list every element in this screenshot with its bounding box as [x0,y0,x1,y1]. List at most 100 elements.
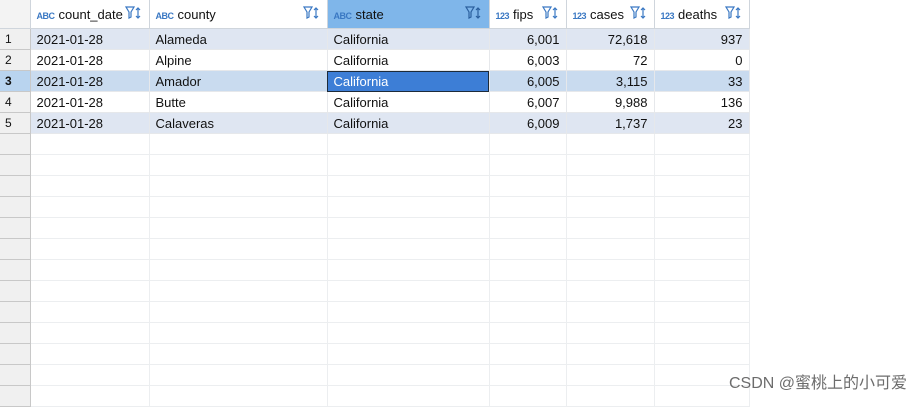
empty-cell [327,133,490,155]
empty-cell [30,385,150,407]
empty-cell [749,302,919,323]
text-type-icon: ABC [333,10,353,21]
cell-state[interactable]: California [327,112,490,134]
column-name: cases [590,6,624,22]
filter-sort-icon[interactable] [124,6,143,20]
empty-cell [566,301,655,323]
empty-cell [566,175,655,197]
empty-cell [149,301,328,323]
cell-count_date[interactable]: 2021-01-28 [30,28,150,50]
cell-deaths[interactable]: 33 [654,70,750,92]
cell-state-selected[interactable]: California [327,70,490,92]
row-filler [749,92,919,113]
row-filler [749,113,919,134]
empty-row [0,175,919,197]
empty-cell [489,322,567,344]
column-header-state[interactable]: ABC state [327,0,490,29]
empty-row [0,133,919,155]
cell-fips[interactable]: 6,001 [489,28,567,50]
empty-cell [749,176,919,197]
empty-cell [149,196,328,218]
empty-row-number [0,238,31,260]
column-header-count_date[interactable]: ABC count_date [30,0,150,29]
empty-cell [749,260,919,281]
cell-fips[interactable]: 6,009 [489,112,567,134]
cell-count_date[interactable]: 2021-01-28 [30,112,150,134]
cell-deaths[interactable]: 23 [654,112,750,134]
column-header-fips[interactable]: 123 fips [489,0,567,29]
cell-fips[interactable]: 6,005 [489,70,567,92]
column-header-county[interactable]: ABC county [149,0,328,29]
empty-cell [30,259,150,281]
cell-state[interactable]: California [327,28,490,50]
empty-cell [327,259,490,281]
cell-county[interactable]: Alameda [149,28,328,50]
empty-cell [489,280,567,302]
empty-row-number [0,343,31,365]
empty-row [0,280,919,302]
cell-state[interactable]: California [327,91,490,113]
row-filler [749,29,919,50]
empty-cell [566,322,655,344]
row-number[interactable]: 1 [0,28,31,50]
header-row: ABC count_date ABC county ABC state 123 fips… [0,0,919,29]
filter-sort-icon[interactable] [629,6,648,20]
empty-cell [749,155,919,176]
empty-cell [654,133,750,155]
row-number-header[interactable] [0,0,31,29]
cell-cases[interactable]: 72,618 [566,28,655,50]
filter-sort-icon[interactable] [541,6,560,20]
table-row[interactable]: 5 2021-01-28 Calaveras California 6,009 … [0,112,919,134]
filter-sort-icon[interactable] [302,6,321,20]
row-number[interactable]: 2 [0,49,31,71]
cell-state[interactable]: California [327,49,490,71]
empty-row [0,217,919,239]
cell-deaths[interactable]: 0 [654,49,750,71]
empty-cell [489,133,567,155]
empty-cell [654,280,750,302]
empty-cell [749,134,919,155]
cell-fips[interactable]: 6,007 [489,91,567,113]
empty-row [0,301,919,323]
row-number[interactable]: 3 [0,70,31,92]
empty-row [0,343,919,365]
cell-county[interactable]: Calaveras [149,112,328,134]
table-row-selected[interactable]: 3 2021-01-28 Amador California 6,005 3,1… [0,70,919,92]
cell-cases[interactable]: 72 [566,49,655,71]
table-row[interactable]: 4 2021-01-28 Butte California 6,007 9,98… [0,91,919,113]
cell-county[interactable]: Alpine [149,49,328,71]
empty-cell [566,364,655,386]
row-filler [749,50,919,71]
cell-deaths[interactable]: 937 [654,28,750,50]
filter-sort-icon[interactable] [464,6,483,20]
cell-count_date[interactable]: 2021-01-28 [30,91,150,113]
table-row[interactable]: 2 2021-01-28 Alpine California 6,003 72 … [0,49,919,71]
cell-count_date[interactable]: 2021-01-28 [30,49,150,71]
watermark: CSDN @蜜桃上的小可爱 [728,375,907,392]
empty-cell [489,217,567,239]
text-type-icon: ABC [155,10,175,21]
filter-sort-icon[interactable] [724,6,743,20]
cell-county[interactable]: Amador [149,70,328,92]
cell-count_date[interactable]: 2021-01-28 [30,70,150,92]
empty-cell [30,364,150,386]
row-number[interactable]: 4 [0,91,31,113]
cell-cases[interactable]: 1,737 [566,112,655,134]
empty-cell [566,238,655,260]
cell-cases[interactable]: 9,988 [566,91,655,113]
empty-cell [327,217,490,239]
table-row[interactable]: 1 2021-01-28 Alameda California 6,001 72… [0,28,919,50]
row-number[interactable]: 5 [0,112,31,134]
cell-county[interactable]: Butte [149,91,328,113]
empty-cell [566,385,655,407]
empty-cell [489,301,567,323]
number-type-icon: 123 [572,10,587,21]
cell-cases[interactable]: 3,115 [566,70,655,92]
column-header-cases[interactable]: 123 cases [566,0,655,29]
empty-cell [327,175,490,197]
empty-cell [489,196,567,218]
text-type-icon: ABC [36,10,56,21]
cell-fips[interactable]: 6,003 [489,49,567,71]
cell-deaths[interactable]: 136 [654,91,750,113]
column-header-deaths[interactable]: 123 deaths [654,0,750,29]
